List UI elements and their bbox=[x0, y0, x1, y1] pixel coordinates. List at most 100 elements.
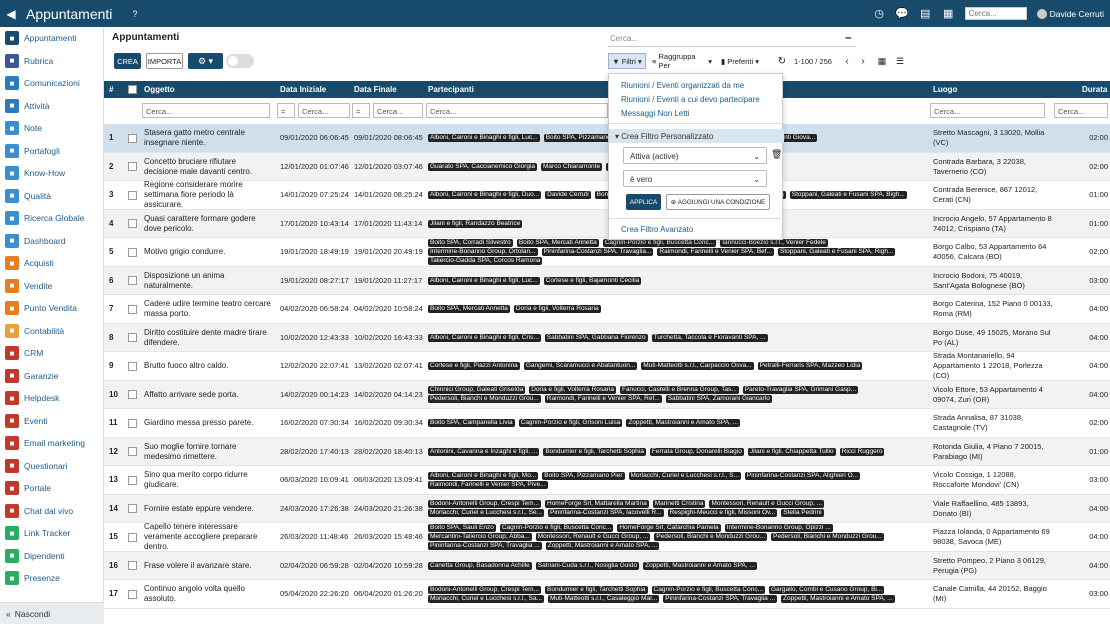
custom-filter-toggle[interactable]: ▾ Crea Filtro Personalizzato bbox=[609, 129, 784, 143]
sidebar-item[interactable]: ■ Rubrica bbox=[0, 50, 103, 73]
sidebar-item[interactable]: ■ Qualità bbox=[0, 185, 103, 208]
gear-menu-button[interactable]: ⚙ ▾ bbox=[188, 53, 223, 69]
filter-my-events[interactable]: Riunioni / Eventi organizzati da me bbox=[621, 81, 744, 90]
table-row[interactable]: 13 Sino qua merito corpo ridurre giudica… bbox=[104, 466, 1110, 495]
filter-durata[interactable]: Cerca... bbox=[1054, 103, 1108, 118]
filter-luogo[interactable]: Cerca... bbox=[930, 103, 1045, 118]
filter-condition-select[interactable]: è vero ⌄ bbox=[623, 170, 767, 187]
minus-icon[interactable]: – bbox=[845, 30, 852, 44]
row-checkbox[interactable] bbox=[128, 181, 137, 209]
table-row[interactable]: 12 Suo moglie fornire tornare medesimo r… bbox=[104, 437, 1110, 466]
filters-button[interactable]: ▼ Filtri ▾ bbox=[608, 53, 646, 69]
sidebar-item[interactable]: ■ Vendite bbox=[0, 275, 103, 298]
table-row[interactable]: 15 Capello tenere interessare veramente … bbox=[104, 522, 1110, 552]
filter-unread-messages[interactable]: Messaggi Non Letti bbox=[621, 109, 689, 118]
col-data-iniziale[interactable]: Data Iniziale bbox=[280, 85, 326, 94]
add-condition-button[interactable]: ⊕ AGGIUNGI UNA CONDIZIONE bbox=[666, 194, 770, 210]
sidebar-item[interactable]: ■ Appuntamenti bbox=[0, 27, 103, 50]
sidebar-item[interactable]: ■ Portale bbox=[0, 477, 103, 500]
row-checkbox[interactable] bbox=[128, 409, 137, 437]
col-oggetto[interactable]: Oggetto bbox=[144, 85, 175, 94]
list-view-icon[interactable]: ☰ bbox=[894, 53, 906, 69]
global-search-input[interactable] bbox=[964, 7, 1027, 20]
table-row[interactable]: 5 Motivo grigio condurre. 19/01/2020 18:… bbox=[104, 238, 1110, 267]
chat-icon[interactable]: 💬 bbox=[895, 7, 909, 20]
sidebar-item[interactable]: ■ Know-How bbox=[0, 162, 103, 185]
sidebar-item[interactable]: ■ Dashboard bbox=[0, 230, 103, 253]
table-row[interactable]: 10 Affatto arrivare sede porta. 14/02/20… bbox=[104, 380, 1110, 409]
grid-icon[interactable]: ▦ bbox=[942, 7, 955, 20]
col-data-finale[interactable]: Data Finale bbox=[354, 85, 397, 94]
sidebar-item[interactable]: ■ Contabilità bbox=[0, 320, 103, 343]
sidebar-item[interactable]: ■ Dipendenti bbox=[0, 545, 103, 568]
clock-icon[interactable]: ◷ bbox=[873, 7, 886, 20]
sidebar-item[interactable]: ■ Note bbox=[0, 117, 103, 140]
prev-page-icon[interactable]: ‹ bbox=[842, 53, 852, 69]
row-checkbox[interactable] bbox=[128, 210, 137, 238]
import-button[interactable]: IMPORTA bbox=[146, 53, 183, 69]
sidebar-item[interactable]: ■ Punto Vendita bbox=[0, 297, 103, 320]
calendar-view-icon[interactable]: ▦ bbox=[876, 53, 888, 69]
group-by-button[interactable]: ≡ Raggruppa Per ▾ bbox=[652, 52, 712, 70]
filter-df-op[interactable]: = bbox=[352, 103, 370, 118]
row-checkbox[interactable] bbox=[128, 523, 137, 551]
table-row[interactable]: 6 Disposizione un anima naturalmente. 19… bbox=[104, 266, 1110, 295]
row-checkbox[interactable] bbox=[128, 552, 137, 580]
next-page-icon[interactable]: › bbox=[858, 53, 868, 69]
row-checkbox[interactable] bbox=[128, 438, 137, 466]
table-row[interactable]: 14 Fornire estate eppure vendere. 24/03/… bbox=[104, 494, 1110, 523]
col-luogo[interactable]: Luogo bbox=[933, 85, 957, 94]
table-row[interactable]: 17 Continuo angolo volta quello assoluto… bbox=[104, 580, 1110, 609]
row-checkbox[interactable] bbox=[128, 352, 137, 380]
user-menu[interactable]: Davide Cerruti bbox=[1036, 8, 1104, 19]
create-button[interactable]: CREA bbox=[114, 53, 141, 69]
pager-value[interactable]: 1-100 / 256 bbox=[794, 53, 844, 69]
row-checkbox[interactable] bbox=[128, 466, 137, 494]
row-checkbox[interactable] bbox=[128, 153, 137, 181]
apply-button[interactable]: APPLICA bbox=[626, 194, 661, 210]
table-row[interactable]: 11 Giardino messa presso parete. 16/02/2… bbox=[104, 409, 1110, 438]
favorites-button[interactable]: ▮ Preferiti ▾ bbox=[720, 53, 760, 69]
table-row[interactable]: 3 Regione considerare morire settimana f… bbox=[104, 180, 1110, 210]
sidebar-item[interactable]: ■ Acquisti bbox=[0, 252, 103, 275]
table-row[interactable]: 4 Quasi carattere formare godere dove pe… bbox=[104, 209, 1110, 238]
filter-data-iniziale[interactable]: Cerca... bbox=[298, 103, 350, 118]
sidebar-item[interactable]: ■ Link Tracker bbox=[0, 522, 103, 545]
help-link[interactable]: ? bbox=[132, 9, 137, 19]
sidebar-item[interactable]: ■ Comunicazioni bbox=[0, 72, 103, 95]
row-checkbox[interactable] bbox=[128, 381, 137, 409]
table-row[interactable]: 9 Brutto fuoco altro caldo. 12/02/2020 2… bbox=[104, 351, 1110, 381]
filter-field-select[interactable]: Attiva (active) ⌄ bbox=[623, 147, 767, 164]
row-checkbox[interactable] bbox=[128, 324, 137, 352]
table-row[interactable]: 1 Stasera gatto metro centrale insegnare… bbox=[104, 124, 1110, 153]
col-durata[interactable]: Durata bbox=[1082, 85, 1107, 94]
sidebar-item[interactable]: ■ Portafogli bbox=[0, 140, 103, 163]
select-all-checkbox[interactable] bbox=[128, 85, 137, 96]
sidebar-item[interactable]: ■ Ricerca Globale bbox=[0, 207, 103, 230]
sidebar-item[interactable]: ■ Questionari bbox=[0, 455, 103, 478]
sidebar-item[interactable]: ■ Email marketing bbox=[0, 432, 103, 455]
filter-oggetto[interactable]: Cerca... bbox=[142, 103, 270, 118]
search-input[interactable]: Cerca... bbox=[608, 31, 856, 47]
sidebar-item[interactable]: ■ Attività bbox=[0, 95, 103, 118]
row-checkbox[interactable] bbox=[128, 238, 137, 266]
table-row[interactable]: 7 Cadere udire termine teatro cercare ma… bbox=[104, 295, 1110, 324]
trash-icon[interactable]: 🗑 bbox=[771, 149, 782, 160]
refresh-icon[interactable]: ↻ bbox=[776, 53, 788, 69]
row-checkbox[interactable] bbox=[128, 267, 137, 295]
table-row[interactable]: 16 Frase volere il avanzare stare. 02/04… bbox=[104, 551, 1110, 580]
filter-participate-events[interactable]: Riunioni / Eventi a cui devo partecipare bbox=[621, 95, 760, 104]
hide-sidebar-button[interactable]: «Nascondi bbox=[0, 602, 104, 624]
sidebar-item[interactable]: ■ CRM bbox=[0, 342, 103, 365]
row-checkbox[interactable] bbox=[128, 124, 137, 152]
view-toggle[interactable] bbox=[226, 54, 254, 68]
filter-data-finale[interactable]: Cerca... bbox=[373, 103, 423, 118]
sidebar-item[interactable]: ■ Eventi bbox=[0, 410, 103, 433]
row-checkbox[interactable] bbox=[128, 495, 137, 523]
row-checkbox[interactable] bbox=[128, 295, 137, 323]
filter-di-op[interactable]: = bbox=[277, 103, 295, 118]
col-partecipanti[interactable]: Partecipanti bbox=[428, 85, 474, 94]
sidebar-item[interactable]: ■ Chat dal vivo bbox=[0, 500, 103, 523]
sidebar-item[interactable]: ■ Garanzie bbox=[0, 365, 103, 388]
table-row[interactable]: 2 Concetto bruciare rifiutare decisione … bbox=[104, 152, 1110, 181]
